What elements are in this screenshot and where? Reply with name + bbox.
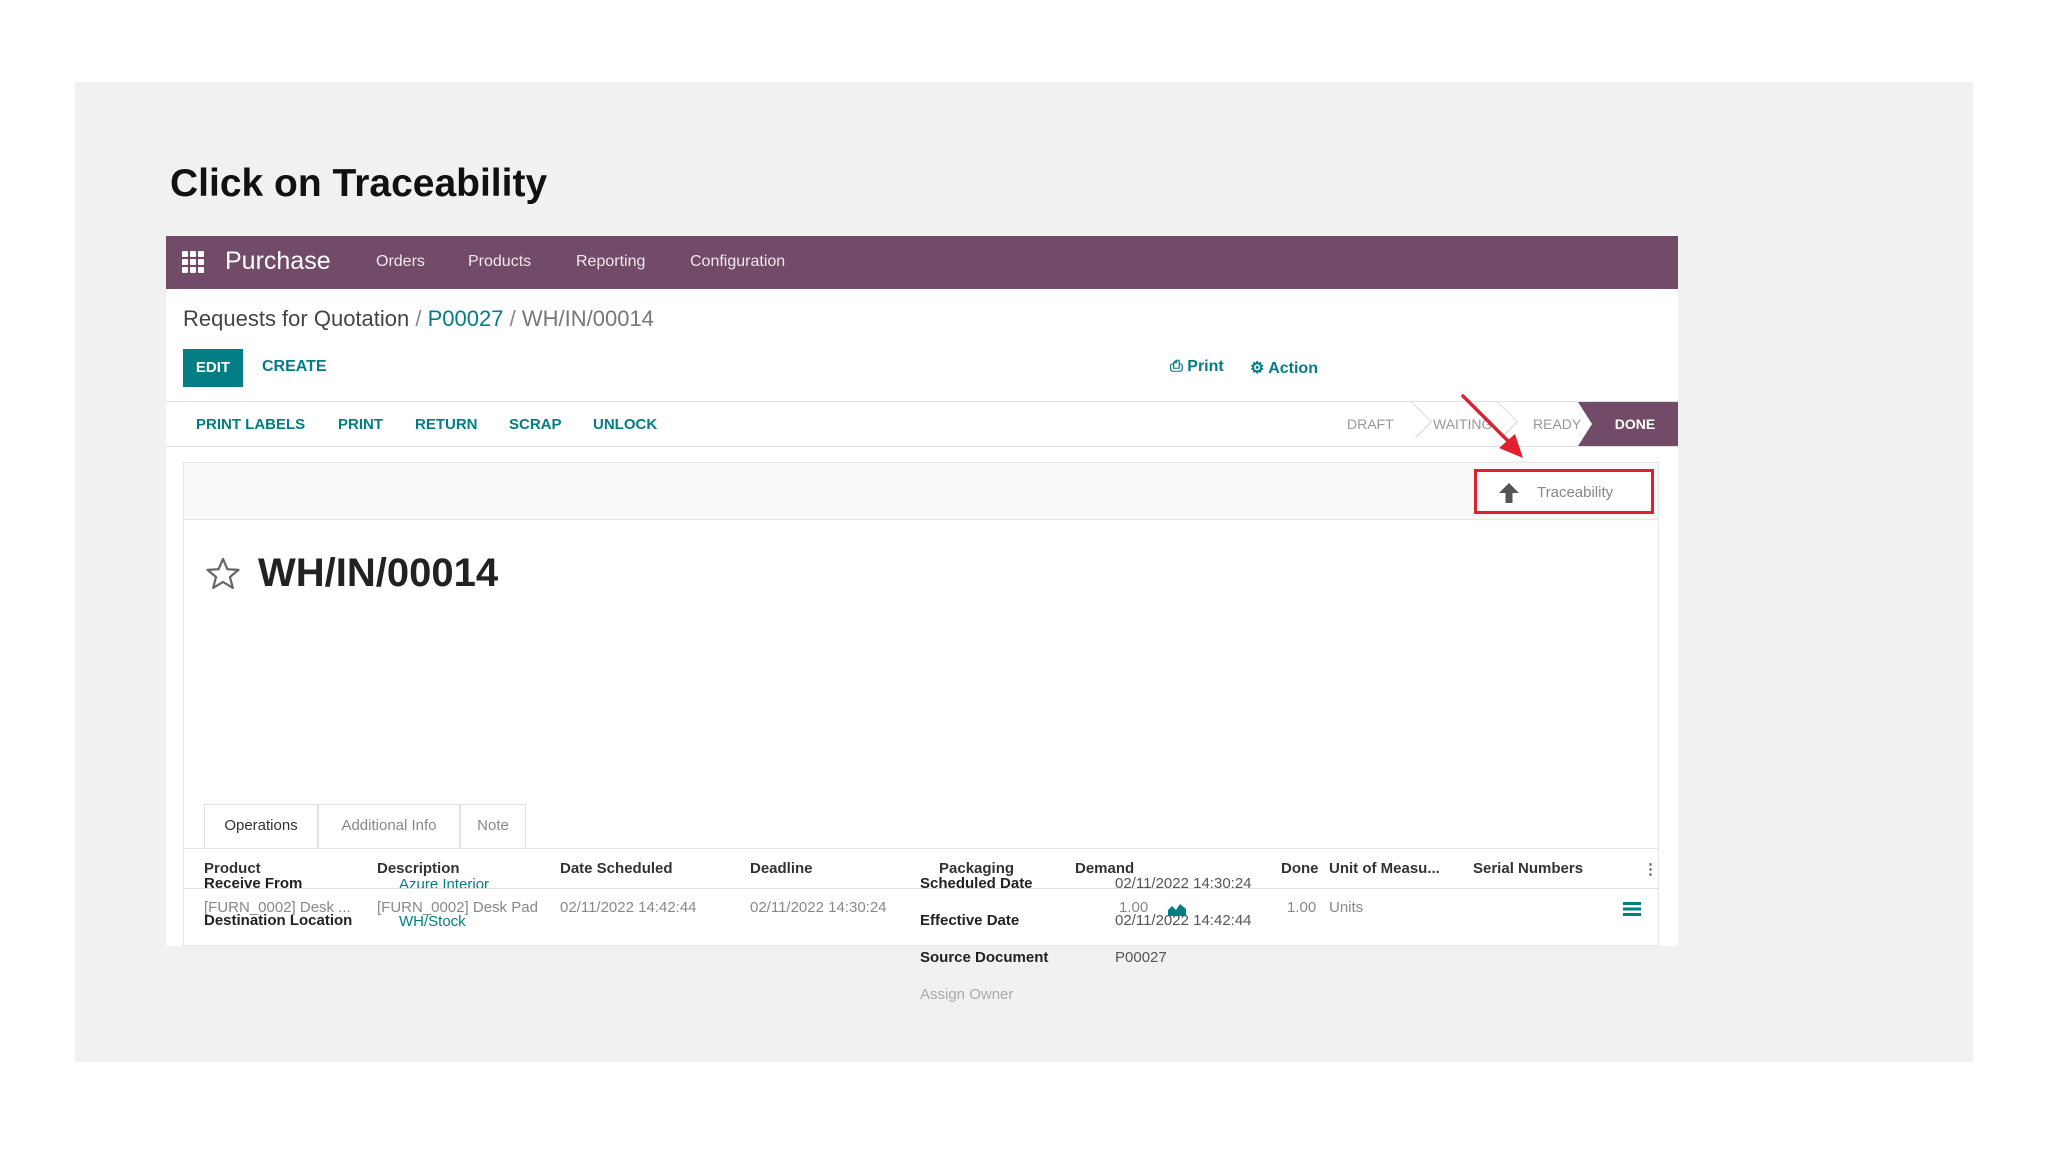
nav-configuration[interactable]: Configuration xyxy=(690,253,785,271)
column-date-scheduled[interactable]: Date Scheduled xyxy=(560,860,673,877)
receive-from-value[interactable]: Azure Interior xyxy=(399,876,489,893)
column-deadline[interactable]: Deadline xyxy=(750,860,813,877)
form-sheet: Traceability WH/IN/00014 Receive From Az… xyxy=(183,462,1659,1003)
cell-unit: Units xyxy=(1329,899,1364,916)
source-document-label: Source Document xyxy=(920,949,1049,966)
nav-orders[interactable]: Orders xyxy=(376,253,425,271)
optional-columns-icon[interactable]: ⋮ xyxy=(1643,860,1658,878)
column-product[interactable]: Product xyxy=(204,860,261,877)
column-description[interactable]: Description xyxy=(377,860,460,877)
arrow-up-icon xyxy=(1499,483,1519,503)
header-divider xyxy=(184,888,1658,889)
apps-menu-icon[interactable] xyxy=(182,251,204,273)
create-button[interactable]: CREATE xyxy=(262,358,327,376)
tab-note[interactable]: Note xyxy=(460,804,526,848)
action-dropdown[interactable]: ⚙ Action xyxy=(1250,358,1318,378)
stage-draft[interactable]: DRAFT xyxy=(1347,416,1394,432)
traceability-label: Traceability xyxy=(1537,484,1614,501)
breadcrumb-root[interactable]: Requests for Quotation xyxy=(183,306,409,331)
scrap-button[interactable]: SCRAP xyxy=(509,416,562,433)
print-dropdown[interactable]: ⎙ Print xyxy=(1170,358,1224,376)
edit-button[interactable]: EDIT xyxy=(183,349,243,387)
statusbar: PRINT LABELS PRINT RETURN SCRAP UNLOCK D… xyxy=(166,401,1678,447)
traceability-button[interactable]: Traceability xyxy=(1474,469,1654,514)
smart-button-box: Traceability xyxy=(184,463,1658,520)
column-serial-numbers[interactable]: Serial Numbers xyxy=(1473,860,1583,877)
print-dropdown-label: Print xyxy=(1187,358,1224,375)
cell-demand: 1.00 xyxy=(1119,899,1149,916)
cell-description: [FURN_0002] Desk Pad xyxy=(377,899,538,916)
tab-additional-info[interactable]: Additional Info xyxy=(318,804,460,848)
scheduled-date-value[interactable]: 02/11/2022 14:30:24 xyxy=(1115,875,1252,892)
column-packaging[interactable]: Packaging xyxy=(939,860,1014,877)
cell-done: 1.00 xyxy=(1287,899,1317,916)
return-button[interactable]: RETURN xyxy=(415,416,478,433)
app-name[interactable]: Purchase xyxy=(225,247,331,276)
assign-owner-label[interactable]: Assign Owner xyxy=(920,986,1013,1003)
column-done[interactable]: Done xyxy=(1281,860,1319,877)
print-button[interactable]: PRINT xyxy=(338,416,383,433)
instruction-title: Click on Traceability xyxy=(170,162,548,205)
unlock-button[interactable]: UNLOCK xyxy=(593,416,657,433)
record-title: WH/IN/00014 xyxy=(258,551,499,595)
screenshot-frame: Purchase Orders Products Reporting Confi… xyxy=(166,236,1678,1003)
cell-product: [FURN_0002] Desk ... xyxy=(204,899,351,916)
nav-products[interactable]: Products xyxy=(468,253,531,271)
cell-deadline: 02/11/2022 14:30:24 xyxy=(750,899,887,916)
breadcrumb-parent[interactable]: P00027 xyxy=(428,306,504,331)
receive-from-label: Receive From xyxy=(204,875,303,892)
cell-date-scheduled: 02/11/2022 14:42:44 xyxy=(560,899,697,916)
tab-divider xyxy=(184,848,1658,849)
detailed-operations-icon[interactable] xyxy=(1623,901,1641,917)
breadcrumb-separator: / xyxy=(415,306,422,331)
star-icon[interactable] xyxy=(204,555,242,593)
breadcrumb: Requests for Quotation / P00027 / WH/IN/… xyxy=(183,306,654,332)
column-unit-of-measure[interactable]: Unit of Measu... xyxy=(1329,860,1440,877)
stage-ready[interactable]: READY xyxy=(1533,416,1581,432)
column-demand[interactable]: Demand xyxy=(1075,860,1134,877)
breadcrumb-separator: / xyxy=(509,306,516,331)
scheduled-date-label: Scheduled Date xyxy=(920,875,1033,892)
stage-done[interactable]: DONE xyxy=(1578,402,1678,446)
nav-reporting[interactable]: Reporting xyxy=(576,253,645,271)
action-dropdown-label: Action xyxy=(1268,360,1318,377)
source-document-value[interactable]: P00027 xyxy=(1115,949,1167,966)
printer-icon: ⎙ xyxy=(1170,358,1183,375)
stage-separator xyxy=(1416,402,1432,446)
gear-icon: ⚙ xyxy=(1250,360,1265,377)
effective-date-label: Effective Date xyxy=(920,912,1020,929)
breadcrumb-current: WH/IN/00014 xyxy=(521,306,654,331)
annotation-arrow xyxy=(1461,394,1523,458)
top-navbar: Purchase Orders Products Reporting Confi… xyxy=(166,236,1678,289)
tab-operations[interactable]: Operations xyxy=(204,804,318,848)
print-labels-button[interactable]: PRINT LABELS xyxy=(196,416,305,433)
forecast-chart-icon[interactable] xyxy=(1167,901,1187,917)
